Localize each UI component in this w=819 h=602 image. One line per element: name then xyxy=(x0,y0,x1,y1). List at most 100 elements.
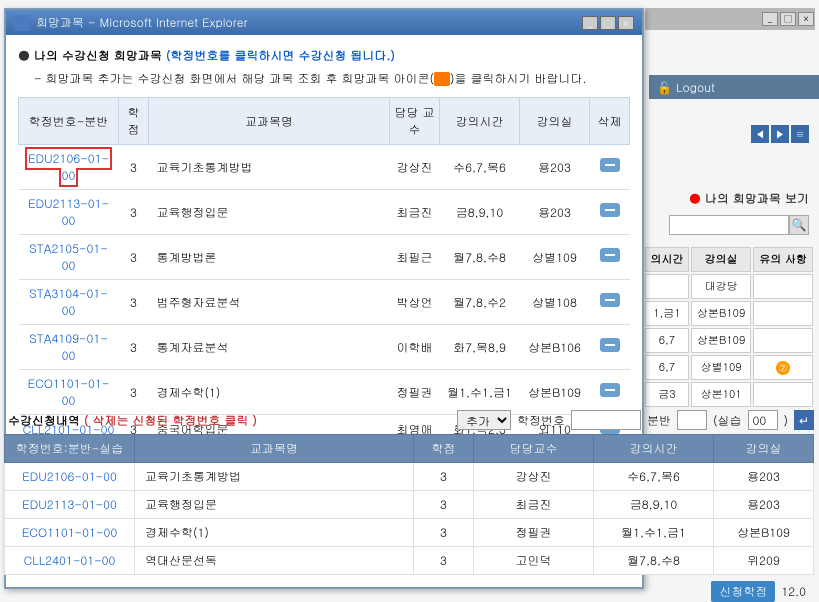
cell-name: 범주형자료분석 xyxy=(149,280,390,325)
ecell-time: 수6,7,목6 xyxy=(594,463,714,491)
logout-bar[interactable]: 🔓 Logout xyxy=(649,75,819,99)
enrolled-footer: 신청학점 12.0 xyxy=(4,581,814,602)
bg-th-room: 강의실 xyxy=(691,247,751,272)
code-input[interactable] xyxy=(571,410,641,430)
bg-cell-time: 6,7 xyxy=(645,328,689,353)
bg-cell-note xyxy=(753,382,813,407)
delete-button[interactable] xyxy=(600,383,620,397)
bg-titlebar: _ □ × xyxy=(645,8,815,30)
delete-button[interactable] xyxy=(600,248,620,262)
cell-credit: 3 xyxy=(119,190,149,235)
eth-code: 학정번호:분반-실습 xyxy=(5,435,135,463)
cell-name: 통계자료분석 xyxy=(149,325,390,370)
cell-prof: 박상언 xyxy=(390,280,440,325)
ecell-credit: 3 xyxy=(414,491,474,519)
bg-th-note: 유의 사항 xyxy=(753,247,813,272)
popup-maximize-button[interactable]: □ xyxy=(600,16,616,30)
cell-time: 금8,9,10 xyxy=(440,190,520,235)
th-name: 교과목명 xyxy=(149,98,390,145)
course-code-link[interactable]: EDU2113-01-00 xyxy=(28,195,109,229)
cell-code: EDU2106-01-00 xyxy=(19,145,119,190)
course-code-link[interactable]: STA2105-01-00 xyxy=(29,240,108,274)
ecell-code: ECO1101-01-00 xyxy=(5,519,135,547)
bg-table-row: 금3상본101 xyxy=(645,382,813,407)
bg-cell-note xyxy=(753,328,813,353)
th-code: 학정번호-분반 xyxy=(19,98,119,145)
popup-close-button[interactable]: × xyxy=(618,16,634,30)
cell-time: 수6,7,목6 xyxy=(440,145,520,190)
nav-next-button[interactable]: ▶ xyxy=(771,125,789,143)
section-input[interactable] xyxy=(677,410,707,430)
cell-room: 상별108 xyxy=(520,280,590,325)
ecell-room: 상본B109 xyxy=(714,519,814,547)
course-code-link[interactable]: STA4109-01-00 xyxy=(29,330,108,364)
course-code-link[interactable]: EDU2106-01-00 xyxy=(28,150,109,184)
eth-name: 교과목명 xyxy=(135,435,414,463)
bg-cell-time: 6,7 xyxy=(645,355,689,380)
course-code-link[interactable]: ECO1101-01-00 xyxy=(28,375,110,409)
bg-close-button[interactable]: × xyxy=(798,12,814,26)
enrolled-code-link[interactable]: ECO1101-01-00 xyxy=(22,524,117,541)
code-label: 학정번호 xyxy=(517,412,565,429)
ecell-code: EDU2106-01-00 xyxy=(5,463,135,491)
submit-button[interactable]: ↵ xyxy=(794,410,814,430)
bg-cell-time xyxy=(645,274,689,299)
bg-search-button[interactable]: 🔍 xyxy=(789,215,809,235)
cell-code: STA2105-01-00 xyxy=(19,235,119,280)
ecell-time: 월1,수1,금1 xyxy=(594,519,714,547)
enrolled-section: 수강신청내역 ( 삭제는 신청된 학정번호 클릭 ) 추가 학정번호 분반 (실… xyxy=(4,410,814,602)
course-code-link[interactable]: STA3104-01-00 xyxy=(29,285,108,319)
cell-del xyxy=(590,370,630,415)
bg-minimize-button[interactable]: _ xyxy=(762,12,778,26)
wishlist-row: EDU2106-01-00 3 교육기초통계방법 강상진 수6,7,목6 용20… xyxy=(19,145,630,190)
delete-button[interactable] xyxy=(600,293,620,307)
enrolled-row: EDU2106-01-00 교육기초통계방법 3 강상진 수6,7,목6 용20… xyxy=(5,463,814,491)
ecell-credit: 3 xyxy=(414,519,474,547)
th-prof: 담당 교수 xyxy=(390,98,440,145)
cell-room: 상본B106 xyxy=(520,325,590,370)
cell-name: 경제수학(1) xyxy=(149,370,390,415)
cell-credit: 3 xyxy=(119,280,149,325)
cell-del xyxy=(590,325,630,370)
popup-titlebar: 희망과목 - Microsoft Internet Explorer _ □ × xyxy=(6,10,642,35)
ecell-room: 용203 xyxy=(714,463,814,491)
delete-button[interactable] xyxy=(600,338,620,352)
bg-search-input[interactable] xyxy=(669,215,789,235)
wishlist-row: EDU2113-01-00 3 교육행정입문 최금진 금8,9,10 용203 xyxy=(19,190,630,235)
bg-cell-note xyxy=(753,301,813,326)
ecell-time: 금8,9,10 xyxy=(594,491,714,519)
cell-prof: 이학배 xyxy=(390,325,440,370)
wishlist-row: STA3104-01-00 3 범주형자료분석 박상언 월7,8,수2 상별10… xyxy=(19,280,630,325)
enrolled-code-link[interactable]: EDU2113-01-00 xyxy=(22,496,117,513)
ecell-prof: 최금진 xyxy=(474,491,594,519)
bg-table-row: 6,7상별109② xyxy=(645,355,813,380)
delete-button[interactable] xyxy=(600,203,620,217)
enrolled-table: 학정번호:분반-실습교과목명학점담당교수강의시간강의실 EDU2106-01-0… xyxy=(4,434,814,575)
enrolled-code-link[interactable]: EDU2106-01-00 xyxy=(22,468,117,485)
nav-list-button[interactable]: ≡ xyxy=(791,125,809,143)
cell-room: 상별109 xyxy=(520,235,590,280)
bg-cell-room: 상본101 xyxy=(691,382,751,407)
action-select[interactable]: 추가 xyxy=(457,410,511,430)
wishlist-add-icon xyxy=(434,72,450,86)
logout-label: Logout xyxy=(676,79,715,96)
ecell-code: CLL2401-01-00 xyxy=(5,547,135,575)
logout-icon: 🔓 xyxy=(657,79,672,96)
bg-cell-note: ② xyxy=(753,355,813,380)
enrolled-code-link[interactable]: CLL2401-01-00 xyxy=(24,552,116,569)
lab-input[interactable] xyxy=(748,410,778,430)
bg-maximize-button[interactable]: □ xyxy=(780,12,796,26)
ecell-time: 월7,8,수8 xyxy=(594,547,714,575)
cell-room: 상본B109 xyxy=(520,370,590,415)
bg-table-row: 1,금1상본B109 xyxy=(645,301,813,326)
ecell-code: EDU2113-01-00 xyxy=(5,491,135,519)
eth-time: 강의시간 xyxy=(594,435,714,463)
delete-button[interactable] xyxy=(600,158,620,172)
ecell-prof: 강상진 xyxy=(474,463,594,491)
nav-prev-button[interactable]: ◀ xyxy=(751,125,769,143)
nav-arrows: ◀ ▶ ≡ xyxy=(751,125,809,143)
cell-credit: 3 xyxy=(119,370,149,415)
popup-minimize-button[interactable]: _ xyxy=(582,16,598,30)
enrolled-row: EDU2113-01-00 교육행정입문 3 최금진 금8,9,10 용203 xyxy=(5,491,814,519)
red-dot-icon: ● xyxy=(689,190,701,207)
